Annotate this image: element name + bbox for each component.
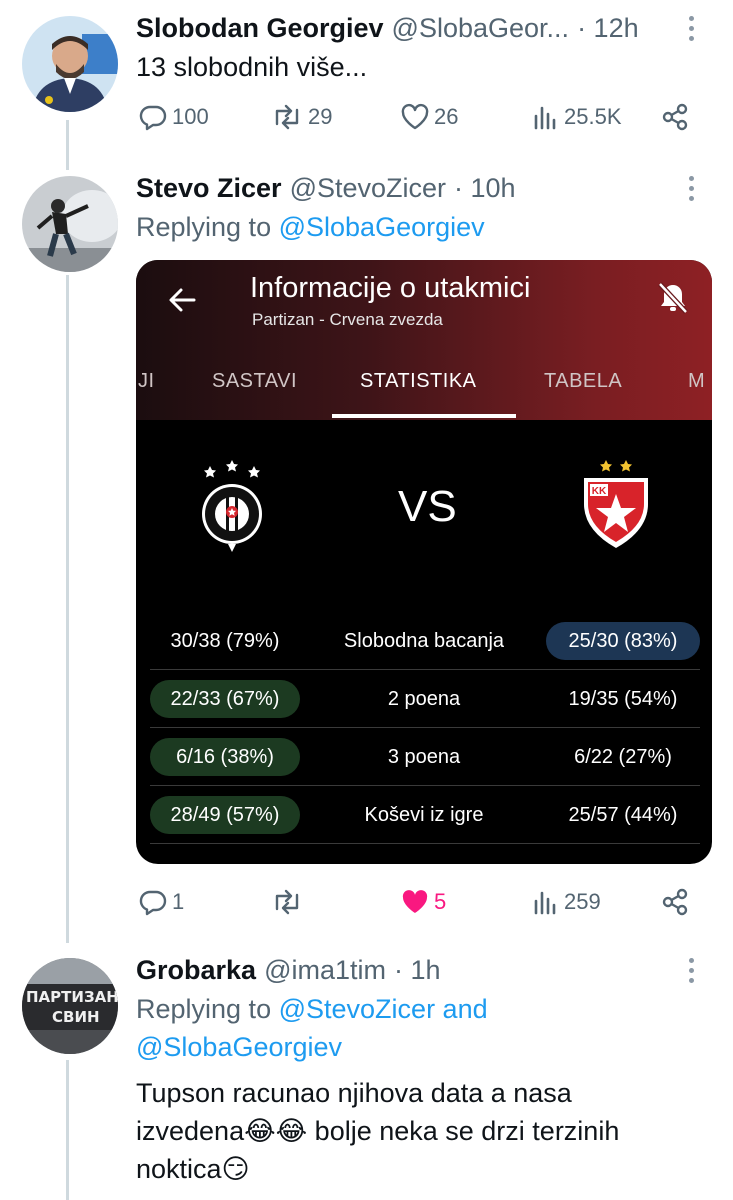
avatar[interactable] xyxy=(22,176,118,272)
share-icon xyxy=(662,103,688,131)
partizan-crest-icon xyxy=(202,460,262,552)
home-stat: 28/49 (57%) xyxy=(150,796,300,834)
tweet-time[interactable]: · 12h xyxy=(577,13,639,44)
share-icon xyxy=(662,888,688,916)
share-button[interactable] xyxy=(660,882,690,922)
away-stat: 6/22 (27%) xyxy=(574,745,672,768)
tab-statistika[interactable]: STATISTIKA xyxy=(360,370,477,393)
replying-to-link[interactable]: @SlobaGeorgiev xyxy=(136,1032,342,1062)
reply-icon xyxy=(139,105,167,131)
tweet[interactable]: Slobodan Georgiev @SlobaGeor... · 12h 13… xyxy=(0,0,733,160)
replying-to-line-2: @SlobaGeorgiev xyxy=(136,1028,703,1066)
views-chart-icon xyxy=(534,106,556,130)
tweet[interactable]: ПАРТИЗАН СВИН Grobarka @ima1tim · 1h Rep… xyxy=(0,944,733,1200)
match-tabs: JI SASTAVI STATISTIKA TABELA M xyxy=(136,360,712,420)
bell-off-icon[interactable] xyxy=(656,280,690,316)
replying-to: Replying to @SlobaGeorgiev xyxy=(136,208,703,246)
like-button[interactable]: 26 xyxy=(400,97,458,137)
author-name[interactable]: Slobodan Georgiev xyxy=(136,13,384,44)
view-count: 25.5K xyxy=(564,104,622,129)
back-arrow-icon[interactable] xyxy=(166,284,198,316)
avatar-image: ПАРТИЗАН СВИН xyxy=(22,958,118,1054)
share-button[interactable] xyxy=(660,97,690,137)
away-stat: 25/30 (83%) xyxy=(546,622,700,660)
stat-row: 30/38 (79%) Slobodna bacanja 25/30 (83%) xyxy=(136,612,712,670)
retweet-button[interactable]: 29 xyxy=(270,97,332,137)
active-tab-indicator xyxy=(332,414,516,418)
author-handle[interactable]: @StevoZicer xyxy=(290,173,446,204)
reply-button[interactable]: 1 xyxy=(138,882,184,922)
retweet-icon xyxy=(275,889,299,915)
tweet[interactable]: Stevo Zicer @StevoZicer · 10h Replying t… xyxy=(0,160,733,940)
away-stat: 25/57 (44%) xyxy=(568,803,678,826)
author-handle[interactable]: @ima1tim xyxy=(264,955,386,986)
crest-text: KK xyxy=(592,486,607,497)
tweet-text-line: noktica😏 xyxy=(136,1154,250,1184)
more-options-icon[interactable] xyxy=(679,952,703,988)
retweet-icon xyxy=(275,104,299,130)
reply-icon xyxy=(139,890,167,916)
stat-divider xyxy=(150,843,700,844)
views-button[interactable]: 25.5K xyxy=(532,97,622,137)
tweet-time[interactable]: · 1h xyxy=(394,955,441,986)
like-count: 5 xyxy=(434,889,447,914)
tweet-text-line: Tupson racunao njihova data a nasa xyxy=(136,1078,572,1108)
avatar[interactable] xyxy=(22,16,118,112)
svg-text:СВИН: СВИН xyxy=(52,1008,100,1026)
svg-text:ПАРТИЗАН: ПАРТИЗАН xyxy=(26,988,118,1006)
attached-image[interactable]: Informacije o utakmici Partizan - Crvena… xyxy=(136,260,712,864)
author-name[interactable]: Stevo Zicer xyxy=(136,173,282,204)
replying-to-link[interactable]: @StevoZicer and xyxy=(279,994,488,1024)
view-count: 259 xyxy=(564,889,601,914)
like-count: 26 xyxy=(434,104,459,129)
reply-count: 100 xyxy=(172,104,209,129)
heart-icon xyxy=(401,103,429,130)
reply-button[interactable]: 100 xyxy=(138,97,209,137)
reply-count: 1 xyxy=(172,889,185,914)
retweet-button[interactable] xyxy=(270,882,304,922)
views-chart-icon xyxy=(534,891,556,915)
tweet-time[interactable]: · 10h xyxy=(454,173,516,204)
away-stat: 19/35 (54%) xyxy=(568,687,678,710)
author-name[interactable]: Grobarka xyxy=(136,955,256,986)
like-button[interactable]: 5 xyxy=(400,882,446,922)
views-button[interactable]: 259 xyxy=(532,882,601,922)
stat-row: 28/49 (57%) Koševi iz igre 25/57 (44%) xyxy=(136,786,712,844)
heart-filled-icon xyxy=(402,890,428,913)
home-stat: 30/38 (79%) xyxy=(170,629,280,652)
stat-label: Koševi iz igre xyxy=(364,803,484,826)
author-handle[interactable]: @SlobaGeor... xyxy=(392,13,570,44)
avatar[interactable]: ПАРТИЗАН СВИН xyxy=(22,958,118,1054)
stat-row: 22/33 (67%) 2 poena 19/35 (54%) xyxy=(136,670,712,728)
replying-to-link[interactable]: @SlobaGeorgiev xyxy=(279,212,485,242)
tweet-text-line: izvedena😂😂 bolje neka se drzi terzinih xyxy=(136,1116,620,1146)
retweet-count: 29 xyxy=(308,104,333,129)
stat-label: 3 poena xyxy=(387,745,461,768)
more-options-icon[interactable] xyxy=(679,170,703,206)
avatar-image xyxy=(22,176,118,272)
stat-label: 2 poena xyxy=(387,687,461,710)
stat-row: 6/16 (38%) 3 poena 6/22 (27%) xyxy=(136,728,712,786)
more-options-icon[interactable] xyxy=(679,10,703,46)
match-subtitle: Partizan - Crvena zvezda xyxy=(252,310,443,329)
tweet-text: 13 slobodnih više... xyxy=(136,52,368,82)
tab-partial-right[interactable]: M xyxy=(688,370,705,393)
home-stat: 22/33 (67%) xyxy=(150,680,300,718)
match-title: Informacije o utakmici xyxy=(250,272,531,304)
tweet-text: Tupson racunao njihova data a nasa izved… xyxy=(136,1074,703,1188)
replying-to-prefix: Replying to xyxy=(136,212,272,242)
replying-to: Replying to @StevoZicer and xyxy=(136,990,703,1028)
home-stat: 6/16 (38%) xyxy=(150,738,300,776)
vs-label: VS xyxy=(398,482,457,531)
avatar-image xyxy=(22,16,118,112)
tab-sastavi[interactable]: SASTAVI xyxy=(212,370,297,393)
stat-label: Slobodna bacanja xyxy=(343,629,505,652)
tab-partial-left[interactable]: JI xyxy=(138,370,155,393)
crvena-zvezda-crest-icon: KK xyxy=(584,460,648,548)
replying-to-prefix: Replying to xyxy=(136,994,272,1024)
tab-tabela[interactable]: TABELA xyxy=(544,370,622,393)
